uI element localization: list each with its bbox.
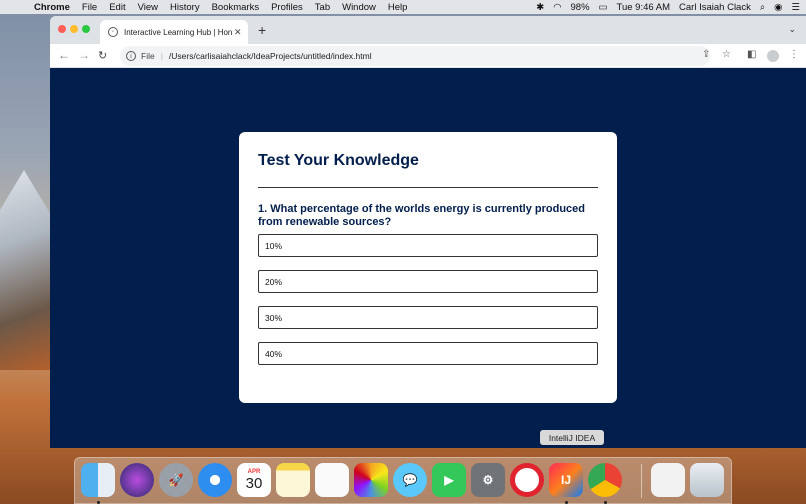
spotlight-search-icon[interactable]: ⌕ [760,2,765,13]
back-button[interactable]: ← [58,48,70,62]
control-center-icon[interactable]: ☰ [791,2,800,13]
menu-tab[interactable]: Tab [315,2,330,13]
dock-separator [641,464,642,498]
siri-icon[interactable] [120,463,154,497]
answer-option-4[interactable]: 40% [258,342,598,365]
tab-search-chevron-icon[interactable]: ⌄ [788,24,796,35]
menu-view[interactable]: View [138,2,158,13]
photos-icon[interactable] [354,463,388,497]
title-divider [258,187,598,188]
minimize-window-button[interactable] [70,25,78,33]
menu-window[interactable]: Window [342,2,376,13]
reminders-icon[interactable] [315,463,349,497]
menu-clock[interactable]: Tue 9:46 AM [617,2,671,13]
safari-icon[interactable] [198,463,232,497]
answer-option-2[interactable]: 20% [258,270,598,293]
opera-icon[interactable] [510,463,544,497]
notes-icon[interactable] [276,463,310,497]
dock: 🚀 APR 30 💬 ▶ ⚙ IJ [74,457,732,504]
profile-avatar-icon[interactable] [767,50,779,62]
forward-button[interactable]: → [78,48,90,62]
reload-button[interactable]: ↻ [98,49,107,62]
close-window-button[interactable] [58,25,66,33]
address-scheme: File [141,51,155,61]
document-icon[interactable] [651,463,685,497]
quiz-card: Test Your Knowledge 1. What percentage o… [239,132,617,403]
tab-strip: ◦ Interactive Learning Hub | Hon ✕ + ⌄ [50,16,806,44]
tab-title: Interactive Learning Hub | Hon [124,27,232,37]
menu-bar: Chrome File Edit View History Bookmarks … [0,0,806,14]
browser-toolbar: ← → ↻ i File | /Users/carlisaiahclack/Id… [50,44,806,68]
menu-edit[interactable]: Edit [109,2,125,13]
menu-bookmarks[interactable]: Bookmarks [212,2,260,13]
battery-icon[interactable]: ▭ [599,2,608,13]
page-viewport: Test Your Knowledge 1. What percentage o… [50,68,806,448]
quiz-question: 1. What percentage of the worlds energy … [258,203,586,228]
more-menu-icon[interactable]: ⋮ [789,49,799,60]
bluetooth-icon[interactable]: ✱ [536,2,544,13]
menu-profiles[interactable]: Profiles [271,2,303,13]
close-tab-icon[interactable]: ✕ [234,27,242,38]
new-tab-button[interactable]: + [258,22,266,38]
wifi-icon[interactable]: ◠ [553,2,561,13]
messages-icon[interactable]: 💬 [393,463,427,497]
siri-menu-icon[interactable]: ◉ [774,2,782,13]
menu-bar-status-area: ✱ ◠ 98% ▭ Tue 9:46 AM Carl Isaiah Clack … [536,0,800,14]
fullscreen-window-button[interactable] [82,25,90,33]
dock-tooltip: IntelliJ IDEA [540,430,604,445]
trash-icon[interactable] [690,463,724,497]
browser-window: ◦ Interactive Learning Hub | Hon ✕ + ⌄ ←… [50,16,806,448]
share-icon[interactable]: ⇪ [702,49,710,60]
menu-history[interactable]: History [170,2,200,13]
bookmark-star-icon[interactable]: ☆ [722,49,731,60]
menu-app-name[interactable]: Chrome [34,2,70,13]
info-icon[interactable]: i [126,51,136,61]
chrome-icon[interactable] [588,463,622,497]
address-separator: | [160,51,163,61]
address-bar[interactable]: i File | /Users/carlisaiahclack/IdeaProj… [120,46,710,66]
quiz-title: Test Your Knowledge [258,152,419,169]
answer-option-3[interactable]: 30% [258,306,598,329]
address-url[interactable]: /Users/carlisaiahclack/IdeaProjects/unti… [169,51,372,61]
facetime-icon[interactable]: ▶ [432,463,466,497]
finder-icon[interactable] [81,463,115,497]
calendar-icon[interactable]: APR 30 [237,463,271,497]
intellij-icon[interactable]: IJ [549,463,583,497]
globe-icon: ◦ [108,27,118,37]
system-preferences-icon[interactable]: ⚙ [471,463,505,497]
menu-file[interactable]: File [82,2,97,13]
launchpad-icon[interactable]: 🚀 [159,463,193,497]
menu-help[interactable]: Help [388,2,408,13]
menu-user-name[interactable]: Carl Isaiah Clack [679,2,751,13]
browser-tab[interactable]: ◦ Interactive Learning Hub | Hon ✕ [100,20,248,44]
calendar-day: 30 [245,474,263,492]
battery-percent[interactable]: 98% [571,2,590,13]
side-panel-icon[interactable]: ◧ [747,49,756,60]
answer-option-1[interactable]: 10% [258,234,598,257]
